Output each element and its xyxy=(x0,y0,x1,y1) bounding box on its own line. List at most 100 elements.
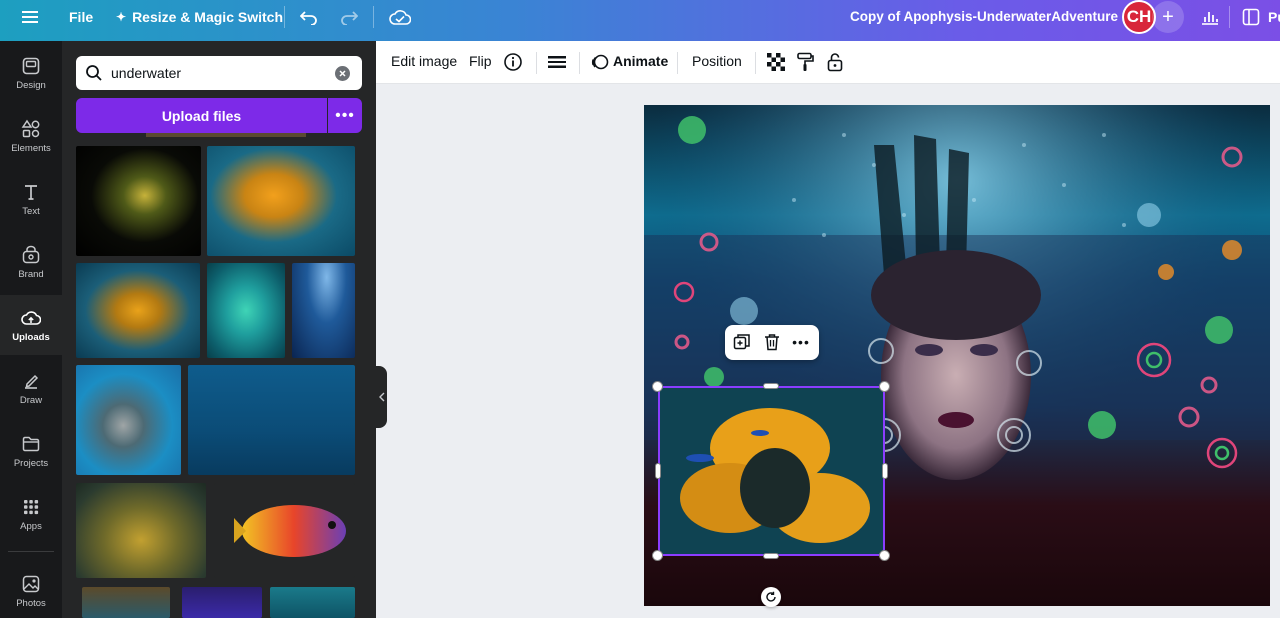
element-quick-actions: ••• xyxy=(725,325,819,360)
coral-reef-image xyxy=(660,388,883,554)
document-title[interactable]: Copy of Apophysis-UnderwaterAdventure xyxy=(850,9,1118,24)
rail-label: Projects xyxy=(13,457,49,469)
rotate-handle[interactable] xyxy=(761,587,781,607)
resize-handle-bottom-left[interactable] xyxy=(652,550,663,561)
upload-cloud-icon xyxy=(21,310,41,325)
upload-thumbnail[interactable] xyxy=(76,146,201,256)
rail-item-brand[interactable]: Brand xyxy=(0,232,62,292)
collapse-panel-button[interactable] xyxy=(376,366,387,428)
photo-icon xyxy=(22,575,40,592)
rail-item-photos[interactable]: Photos xyxy=(0,561,62,618)
lock-icon[interactable] xyxy=(824,51,846,73)
resize-handle-top-left[interactable] xyxy=(652,381,663,392)
search-input[interactable]: underwater xyxy=(76,56,362,90)
position-button[interactable]: Position xyxy=(692,53,742,69)
cloud-saved-icon[interactable] xyxy=(387,4,413,30)
hamburger-icon[interactable] xyxy=(17,4,43,30)
selected-image-element[interactable] xyxy=(658,386,885,556)
context-toolbar: Edit image Flip Animate Position xyxy=(376,41,1280,84)
rail-divider xyxy=(8,551,54,552)
rail-label: Uploads xyxy=(12,331,50,343)
divider xyxy=(284,6,285,28)
divider xyxy=(373,6,374,28)
rail-label: Design xyxy=(16,79,46,91)
upload-thumbnail[interactable] xyxy=(188,365,355,475)
duplicate-icon[interactable] xyxy=(732,332,752,352)
upload-thumbnail[interactable] xyxy=(270,587,355,618)
present-icon[interactable] xyxy=(1238,4,1264,30)
upload-thumbnail[interactable] xyxy=(207,263,285,358)
upload-thumbnail[interactable] xyxy=(76,483,206,578)
transparency-icon[interactable] xyxy=(765,51,787,73)
upload-thumbnail[interactable] xyxy=(76,263,200,358)
sparkle-icon: ✦ xyxy=(116,9,127,24)
top-bar: File ✦ Resize & Magic Switch Copy of Apo… xyxy=(0,0,1280,41)
avatar[interactable]: CH xyxy=(1122,0,1156,34)
resize-handle-left[interactable] xyxy=(655,463,661,479)
add-collaborator-button[interactable]: + xyxy=(1152,1,1184,33)
resize-handle-top[interactable] xyxy=(763,383,779,389)
divider xyxy=(677,52,678,74)
rail-item-elements[interactable]: Elements xyxy=(0,106,62,166)
rail-label: Elements xyxy=(11,142,51,154)
animate-icon[interactable] xyxy=(589,51,611,73)
rail-item-text[interactable]: Text xyxy=(0,169,62,229)
rotate-icon xyxy=(766,591,776,602)
info-icon[interactable] xyxy=(502,51,524,73)
more-dots-icon: ••• xyxy=(335,106,355,124)
resize-handle-right[interactable] xyxy=(882,463,888,479)
upload-files-button[interactable]: Upload files xyxy=(76,98,327,133)
upload-thumbnail[interactable] xyxy=(207,146,355,256)
edit-image-button[interactable]: Edit image xyxy=(391,53,457,69)
left-rail: Design Elements Text Brand Uploads Draw … xyxy=(0,41,62,618)
insights-chart-icon[interactable] xyxy=(1197,4,1223,30)
brand-icon xyxy=(22,245,40,263)
divider xyxy=(755,52,756,74)
trash-icon[interactable] xyxy=(762,332,782,352)
divider xyxy=(1229,6,1230,28)
rail-label: Brand xyxy=(18,268,44,280)
redo-icon[interactable] xyxy=(336,4,362,30)
rail-item-apps[interactable]: Apps xyxy=(0,484,62,544)
resize-handle-top-right[interactable] xyxy=(879,381,890,392)
flip-button[interactable]: Flip xyxy=(469,53,492,69)
upload-thumbnail[interactable] xyxy=(182,587,262,618)
chevron-left-icon xyxy=(378,392,384,402)
rail-item-design[interactable]: Design xyxy=(0,43,62,103)
upload-thumbnail[interactable] xyxy=(76,365,181,475)
divider xyxy=(536,52,537,74)
rail-item-uploads[interactable]: Uploads xyxy=(0,295,62,355)
uploads-panel: underwater Upload files ••• xyxy=(62,41,376,618)
draw-icon xyxy=(25,374,39,389)
resize-magic-switch-button[interactable]: ✦ Resize & Magic Switch xyxy=(116,0,283,33)
rail-label: Text xyxy=(22,205,40,217)
rail-item-draw[interactable]: Draw xyxy=(0,358,62,418)
thumb-strip-partial xyxy=(146,133,306,137)
paint-roller-icon[interactable] xyxy=(794,51,816,73)
resize-label: Resize & Magic Switch xyxy=(132,8,283,25)
upload-more-options-button[interactable]: ••• xyxy=(328,98,362,133)
undo-icon[interactable] xyxy=(296,4,322,30)
upload-thumbnail[interactable] xyxy=(292,263,355,358)
resize-handle-bottom[interactable] xyxy=(763,553,779,559)
border-style-icon[interactable] xyxy=(546,51,568,73)
fish-icon xyxy=(234,505,346,557)
apps-grid-icon xyxy=(24,499,39,514)
divider xyxy=(579,52,580,74)
clear-search-icon[interactable] xyxy=(335,66,350,81)
search-icon xyxy=(86,65,102,81)
rail-label: Draw xyxy=(19,394,43,406)
animate-button[interactable]: Animate xyxy=(613,53,668,69)
more-options-icon[interactable]: ••• xyxy=(791,332,811,352)
upload-thumbnail[interactable] xyxy=(82,587,170,618)
rail-label: Apps xyxy=(20,520,42,532)
publish-button[interactable]: Pu xyxy=(1268,9,1280,25)
upload-thumbnail[interactable] xyxy=(214,483,355,578)
resize-handle-bottom-right[interactable] xyxy=(879,550,890,561)
elements-icon xyxy=(21,119,40,137)
file-menu-button[interactable]: File xyxy=(69,0,93,33)
rail-label: Photos xyxy=(16,597,46,609)
plus-icon: + xyxy=(1162,6,1174,28)
folder-icon xyxy=(22,436,40,451)
rail-item-projects[interactable]: Projects xyxy=(0,421,62,481)
